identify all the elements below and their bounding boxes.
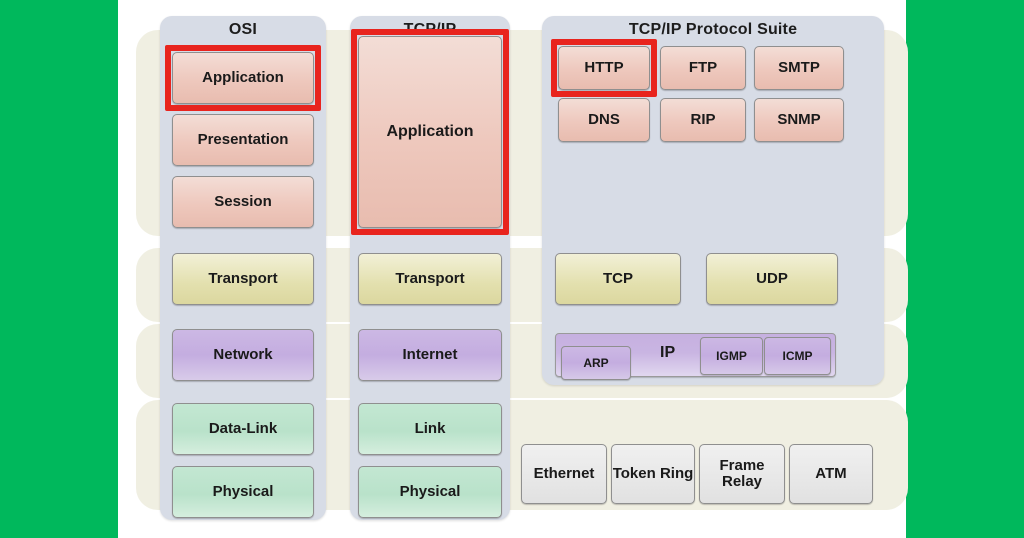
column-protocol-suite-title: TCP/IP Protocol Suite	[628, 21, 798, 38]
diagram-canvas: OSI TCP/IP TCP/IP Protocol Suite Applica…	[118, 0, 908, 538]
tcpip-layer-application[interactable]: Application	[358, 36, 502, 228]
link-tech-token-ring[interactable]: Token Ring	[611, 444, 695, 504]
protocol-igmp-label: IGMP	[716, 349, 747, 363]
protocol-arp-label: ARP	[583, 356, 609, 370]
protocol-icmp[interactable]: ICMP	[764, 337, 831, 375]
protocol-smtp[interactable]: SMTP	[754, 46, 844, 90]
link-tech-ethernet[interactable]: Ethernet	[521, 444, 607, 504]
protocol-tcp[interactable]: TCP	[555, 253, 681, 305]
protocol-udp[interactable]: UDP	[706, 253, 838, 305]
link-tech-atm[interactable]: ATM	[789, 444, 873, 504]
protocol-icmp-label: ICMP	[782, 349, 813, 363]
link-tech-frame-relay-label: Frame Relay	[719, 457, 765, 490]
osi-layer-physical[interactable]: Physical	[172, 466, 314, 518]
protocol-rip-label: RIP	[690, 111, 716, 129]
osi-layer-transport-label: Transport	[208, 270, 278, 288]
osi-layer-presentation[interactable]: Presentation	[172, 114, 314, 166]
protocol-dns-label: DNS	[588, 111, 620, 129]
protocol-http[interactable]: HTTP	[558, 46, 650, 90]
protocol-tcp-label: TCP	[603, 270, 633, 288]
osi-layer-physical-label: Physical	[212, 483, 274, 501]
osi-layer-session[interactable]: Session	[172, 176, 314, 228]
protocol-snmp[interactable]: SNMP	[754, 98, 844, 142]
osi-layer-data-link[interactable]: Data-Link	[172, 403, 314, 455]
osi-layer-application-label: Application	[202, 69, 284, 87]
protocol-rip[interactable]: RIP	[660, 98, 746, 142]
osi-layer-transport[interactable]: Transport	[172, 253, 314, 305]
protocol-udp-label: UDP	[756, 270, 788, 288]
protocol-ftp-label: FTP	[688, 59, 718, 77]
tcpip-layer-internet[interactable]: Internet	[358, 329, 502, 381]
protocol-igmp[interactable]: IGMP	[700, 337, 763, 375]
link-tech-atm-label: ATM	[815, 465, 847, 483]
tcpip-layer-physical-label: Physical	[399, 483, 461, 501]
protocol-ip-group: IP ARP IGMP ICMP	[555, 333, 836, 380]
protocol-arp[interactable]: ARP	[561, 346, 631, 380]
tcpip-layer-link[interactable]: Link	[358, 403, 502, 455]
tcpip-layer-internet-label: Internet	[402, 346, 458, 364]
osi-layer-application[interactable]: Application	[172, 52, 314, 104]
osi-layer-data-link-label: Data-Link	[208, 420, 278, 438]
osi-layer-session-label: Session	[214, 193, 272, 211]
protocol-snmp-label: SNMP	[777, 111, 821, 129]
protocol-dns[interactable]: DNS	[558, 98, 650, 142]
diagram-stage: OSI TCP/IP TCP/IP Protocol Suite Applica…	[0, 0, 1024, 538]
tcpip-layer-physical[interactable]: Physical	[358, 466, 502, 518]
tcpip-layer-link-label: Link	[414, 420, 446, 438]
link-tech-token-ring-label: Token Ring	[612, 465, 694, 483]
tcpip-layer-application-label: Application	[386, 122, 474, 140]
tcpip-layer-transport-label: Transport	[395, 270, 465, 288]
osi-layer-presentation-label: Presentation	[197, 131, 289, 149]
protocol-http-label: HTTP	[584, 59, 624, 77]
column-osi-title: OSI	[228, 21, 258, 38]
protocol-ip-label: IP	[660, 344, 676, 361]
link-tech-ethernet-label: Ethernet	[533, 465, 595, 483]
protocol-ftp[interactable]: FTP	[660, 46, 746, 90]
tcpip-layer-transport[interactable]: Transport	[358, 253, 502, 305]
osi-layer-network-label: Network	[213, 346, 273, 364]
osi-layer-network[interactable]: Network	[172, 329, 314, 381]
link-tech-frame-relay[interactable]: Frame Relay	[699, 444, 785, 504]
protocol-smtp-label: SMTP	[778, 59, 820, 77]
